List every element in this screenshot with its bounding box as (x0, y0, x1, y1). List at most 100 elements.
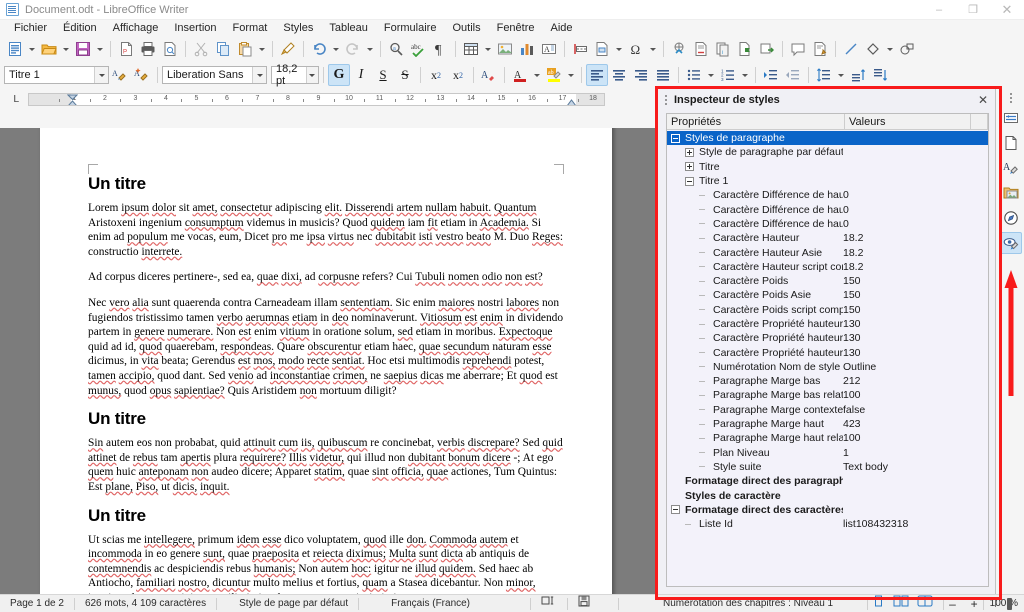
open-dropdown-icon[interactable] (60, 38, 72, 60)
sidebar-menu-icon[interactable] (1010, 92, 1012, 104)
tree-rows-container[interactable]: Styles de paragrapheStyle de paragraphe … (667, 130, 988, 586)
properties-page-icon[interactable] (1000, 132, 1022, 154)
align-center-icon[interactable] (608, 64, 630, 86)
zoom-level[interactable]: 100 % (984, 595, 1024, 612)
tree-row[interactable]: Caractère Hauteur Asie18.2 (667, 245, 988, 259)
line-spacing-dropdown-icon[interactable] (835, 64, 847, 86)
collapse-icon[interactable] (685, 177, 694, 186)
tree-row[interactable]: Formatage direct des paragraphes (667, 474, 988, 488)
tree-row[interactable]: Caractère Poids Asie150 (667, 288, 988, 302)
insert-field-dropdown-icon[interactable] (613, 38, 625, 60)
paragraph-spacing-above-icon[interactable] (847, 64, 869, 86)
unordered-list-icon[interactable] (683, 64, 705, 86)
font-color-icon[interactable]: A (509, 64, 531, 86)
expand-icon[interactable] (685, 162, 694, 171)
tree-row[interactable]: Caractère Propriété hauteur130 (667, 317, 988, 331)
chevron-down-icon[interactable] (252, 67, 266, 83)
increase-indent-icon[interactable] (760, 64, 782, 86)
formatting-marks-icon[interactable]: ¶ (429, 38, 451, 60)
zoom-in-button[interactable]: + (966, 595, 983, 612)
document-paragraph[interactable]: Ad corpus diceres pertinere-, sed ea, qu… (88, 270, 564, 285)
undo-icon[interactable] (308, 38, 330, 60)
menu-styles[interactable]: Styles (275, 20, 321, 36)
tab-stop-selector[interactable]: L (4, 88, 28, 110)
insert-bookmark-icon[interactable] (734, 38, 756, 60)
insert-footnote-icon[interactable] (690, 38, 712, 60)
align-left-icon[interactable] (586, 64, 608, 86)
copy-icon[interactable] (212, 38, 234, 60)
navigator-compass-icon[interactable] (1000, 207, 1022, 229)
font-name-combo[interactable]: Liberation Sans (162, 66, 267, 84)
tree-row[interactable]: Caractère Différence de hauteu0 (667, 188, 988, 202)
tree-row[interactable]: Paragraphe Marge bas relative100 (667, 388, 988, 402)
menu-fenetre[interactable]: Fenêtre (489, 20, 543, 36)
styles-icon[interactable]: A (1000, 157, 1022, 179)
redo-icon[interactable] (342, 38, 364, 60)
document-paragraph[interactable]: Nec vero alia sunt quaerenda contra Carn… (88, 296, 564, 398)
status-language[interactable]: Français (France) (359, 595, 480, 612)
tree-row[interactable]: Style de paragraphe par défaut (667, 145, 988, 159)
menu-edition[interactable]: Édition (55, 20, 105, 36)
spelling-icon[interactable]: abc (407, 38, 429, 60)
undo-dropdown-icon[interactable] (330, 38, 342, 60)
insert-cross-reference-icon[interactable] (756, 38, 778, 60)
new-document-icon[interactable] (4, 38, 26, 60)
unordered-list-dropdown-icon[interactable] (705, 64, 717, 86)
panel-grip-icon[interactable] (662, 93, 670, 107)
status-page-style[interactable]: Style de page par défaut (217, 595, 358, 612)
menu-insertion[interactable]: Insertion (166, 20, 224, 36)
menu-formulaire[interactable]: Formulaire (376, 20, 445, 36)
document-page[interactable]: Un titreLorem ipsum dolor sit amet, cons… (40, 128, 612, 594)
tree-row[interactable]: Titre (667, 160, 988, 174)
menu-format[interactable]: Format (225, 20, 276, 36)
insert-comment-icon[interactable] (787, 38, 809, 60)
find-replace-icon[interactable]: a (385, 38, 407, 60)
save-dropdown-icon[interactable] (94, 38, 106, 60)
track-changes-icon[interactable] (809, 38, 831, 60)
open-folder-icon[interactable] (38, 38, 60, 60)
tree-row[interactable]: Style suiteText body (667, 460, 988, 474)
close-button[interactable]: ✕ (990, 0, 1024, 20)
highlight-color-dropdown-icon[interactable] (565, 64, 577, 86)
tree-row[interactable]: Liste Idlist108432318 (667, 517, 988, 531)
clone-formatting-icon[interactable] (277, 38, 299, 60)
document-paragraph[interactable]: Ut scias me intellegere, primum idem ess… (88, 533, 564, 595)
new-style-icon[interactable]: A (131, 64, 153, 86)
tree-row[interactable]: Caractère Propriété hauteur scr130 (667, 345, 988, 359)
ruler-left-indent-marker[interactable] (67, 94, 78, 106)
document-heading[interactable]: Un titre (88, 409, 564, 429)
ordered-list-dropdown-icon[interactable] (739, 64, 751, 86)
show-draw-functions-icon[interactable] (896, 38, 918, 60)
zoom-slider-handle[interactable] (1007, 598, 1012, 610)
tree-row[interactable]: Caractère Hauteur18.2 (667, 231, 988, 245)
multi-page-view-icon[interactable] (889, 595, 913, 612)
selection-mode-icon[interactable] (531, 595, 567, 612)
menu-fichier[interactable]: Fichier (6, 20, 55, 36)
insert-table-dropdown-icon[interactable] (482, 38, 494, 60)
status-word-count[interactable]: 626 mots, 4 109 caractères (75, 595, 216, 612)
new-document-dropdown-icon[interactable] (26, 38, 38, 60)
status-page-number[interactable]: Page 1 de 2 (0, 595, 74, 612)
horizontal-ruler[interactable]: 123456789101112131415161718 (28, 93, 605, 106)
status-outline-level[interactable]: Numérotation des chapitres : Niveau 1 (619, 595, 843, 612)
insert-field-icon[interactable] (591, 38, 613, 60)
collapse-icon[interactable] (671, 505, 680, 514)
insert-line-icon[interactable] (840, 38, 862, 60)
save-icon[interactable] (72, 38, 94, 60)
tree-row[interactable]: Caractère Hauteur script compl18.2 (667, 260, 988, 274)
tree-row[interactable]: Paragraphe Marge haut423 (667, 417, 988, 431)
tree-row[interactable]: Numérotation Nom de styleOutline (667, 360, 988, 374)
document-content[interactable]: Un titreLorem ipsum dolor sit amet, cons… (88, 174, 564, 594)
font-color-dropdown-icon[interactable] (531, 64, 543, 86)
single-page-view-icon[interactable] (868, 595, 889, 612)
gallery-icon[interactable] (1000, 182, 1022, 204)
tree-row[interactable]: Styles de paragraphe (667, 131, 988, 145)
document-paragraph[interactable]: Sin autem eos non probabat, quid attinui… (88, 436, 564, 494)
chevron-down-icon[interactable] (94, 67, 108, 83)
document-heading[interactable]: Un titre (88, 506, 564, 526)
update-style-icon[interactable]: A (109, 64, 131, 86)
tree-row[interactable]: Caractère Propriété hauteur Asi130 (667, 331, 988, 345)
menu-outils[interactable]: Outils (444, 20, 488, 36)
tree-row[interactable]: Caractère Poids150 (667, 274, 988, 288)
expand-icon[interactable] (685, 148, 694, 157)
